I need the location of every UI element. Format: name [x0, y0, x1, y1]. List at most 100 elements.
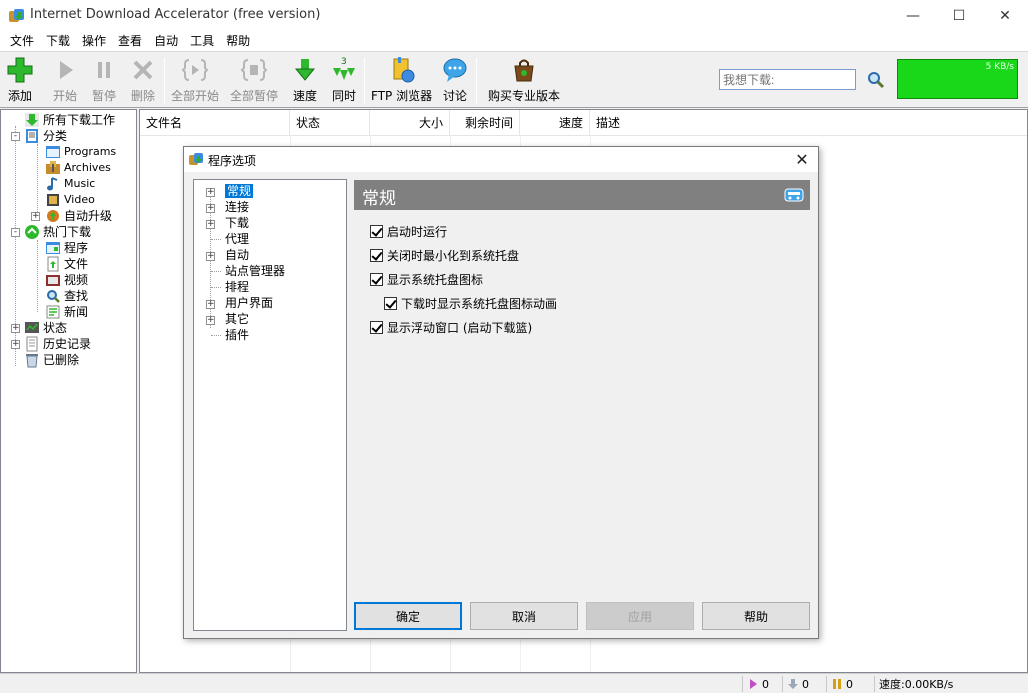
expander-user-interface[interactable]: +	[206, 300, 215, 309]
options-item-auto[interactable]: 自动	[225, 247, 249, 263]
speed-button[interactable]: 速度	[291, 56, 319, 104]
title-bar: Internet Download Accelerator (free vers…	[0, 0, 1028, 31]
help-button[interactable]: 帮助	[702, 602, 810, 630]
music-note-icon	[47, 177, 58, 191]
play-icon	[60, 61, 73, 79]
animate-tray-icon-checkbox[interactable]: 下载时显示系统托盘图标动画	[384, 295, 557, 311]
tree-item-all-downloads[interactable]: 所有下载工作	[24, 112, 115, 128]
tree-item-hot-video[interactable]: 视频	[45, 272, 88, 288]
tree-line	[211, 287, 221, 288]
expander-status[interactable]: +	[11, 324, 20, 333]
start-all-button[interactable]: 全部开始	[171, 56, 219, 104]
options-item-connection[interactable]: 连接	[225, 199, 249, 215]
expander-auto[interactable]: +	[206, 252, 215, 261]
options-item-site-manager[interactable]: 站点管理器	[225, 263, 285, 279]
options-item-download[interactable]: 下载	[225, 215, 249, 231]
column-header-status[interactable]: 状态	[290, 110, 370, 136]
shopping-bag-icon	[514, 59, 534, 82]
tree-item-hot-files[interactable]: 文件	[45, 256, 88, 272]
column-header-description[interactable]: 描述	[590, 110, 1027, 136]
panel-settings-icon	[784, 188, 804, 202]
pause-button[interactable]: 暂停	[90, 56, 118, 104]
options-item-user-interface[interactable]: 用户界面	[225, 295, 273, 311]
tree-item-programs[interactable]: Programs	[45, 144, 116, 160]
delete-x-icon	[133, 60, 153, 80]
tree-item-hot-programs[interactable]: 程序	[45, 240, 88, 256]
tree-item-hot-downloads[interactable]: 热门下载	[24, 224, 91, 240]
show-tray-icon-checkbox[interactable]: 显示系统托盘图标	[370, 271, 483, 287]
tree-item-categories[interactable]: 分类	[24, 128, 67, 144]
simultaneous-button[interactable]: 3 同时	[330, 56, 358, 104]
run-at-startup-checkbox[interactable]: 启动时运行	[370, 223, 447, 239]
checkbox-checked-icon	[370, 320, 383, 334]
options-item-plugins[interactable]: 插件	[225, 327, 249, 343]
menu-tools[interactable]: 工具	[184, 31, 220, 51]
pause-icon	[98, 62, 110, 78]
options-tree: + 常规 + 连接 + 下载 代理 + 自动 站点管理器 排程 + 用户界面 +…	[193, 179, 347, 631]
expander-general[interactable]: +	[206, 188, 215, 197]
expander-other[interactable]: +	[206, 316, 215, 325]
cancel-button[interactable]: 取消	[470, 602, 578, 630]
paused-downloads-icon	[833, 679, 841, 689]
active-downloads-icon	[750, 679, 757, 689]
menu-file[interactable]: 文件	[4, 31, 40, 51]
tree-item-hot-search[interactable]: 查找	[45, 288, 88, 304]
close-window-button[interactable]: ✕	[982, 0, 1028, 31]
column-header-speed[interactable]: 速度	[520, 110, 590, 136]
options-dialog: 程序选项 ✕ + 常规 + 连接 + 下载 代理 + 自动 站点管理器 排程 +…	[183, 146, 819, 639]
hot-files-icon	[47, 256, 59, 272]
tree-item-archives[interactable]: Archives	[45, 160, 111, 176]
options-item-schedule[interactable]: 排程	[225, 279, 249, 295]
search-input[interactable]	[719, 69, 856, 90]
column-header-filename[interactable]: 文件名	[140, 110, 290, 136]
expander-history[interactable]: +	[11, 340, 20, 349]
discuss-button[interactable]: 讨论	[441, 56, 469, 104]
tree-item-music[interactable]: Music	[45, 176, 95, 192]
category-tree: 所有下载工作 - 分类 Programs Archives Music Vide…	[0, 109, 137, 673]
buy-pro-button[interactable]: 购买专业版本	[488, 56, 560, 104]
search-icon[interactable]	[866, 70, 886, 90]
dialog-title-bar: 程序选项 ✕	[184, 147, 818, 172]
programs-window-icon	[46, 146, 60, 158]
ok-button[interactable]: 确定	[354, 602, 462, 630]
show-float-window-checkbox[interactable]: 显示浮动窗口 (启动下载篮)	[370, 319, 532, 335]
options-item-general[interactable]: 常规	[225, 183, 254, 199]
expander-auto-upgrade[interactable]: +	[31, 212, 40, 221]
menu-view[interactable]: 查看	[112, 31, 148, 51]
svg-text:3: 3	[341, 57, 347, 67]
tree-item-deleted[interactable]: 已删除	[24, 352, 79, 368]
maximize-button[interactable]: ☐	[936, 0, 982, 31]
dialog-close-button[interactable]: ✕	[792, 150, 812, 170]
expander-hot-downloads[interactable]: -	[11, 228, 20, 237]
delete-button[interactable]: 删除	[129, 56, 157, 104]
maximize-icon: ☐	[952, 7, 966, 24]
column-header-time-left[interactable]: 剩余时间	[450, 110, 520, 136]
expander-download[interactable]: +	[206, 220, 215, 229]
tree-item-hot-news[interactable]: 新闻	[45, 304, 88, 320]
add-button[interactable]: 添加	[6, 56, 34, 104]
close-icon: ✕	[999, 7, 1011, 24]
minimize-to-tray-checkbox[interactable]: 关闭时最小化到系统托盘	[370, 247, 519, 263]
tree-item-status[interactable]: 状态	[24, 320, 67, 336]
tree-item-video[interactable]: Video	[45, 192, 95, 208]
apply-button[interactable]: 应用	[586, 602, 694, 630]
dialog-app-icon	[189, 153, 203, 165]
ftp-browser-button[interactable]: FTP 浏览器	[371, 56, 432, 104]
pause-all-button[interactable]: 全部暂停	[230, 56, 278, 104]
expander-categories[interactable]: -	[11, 132, 20, 141]
menu-auto[interactable]: 自动	[148, 31, 184, 51]
start-button[interactable]: 开始	[51, 56, 79, 104]
chat-bubble-icon	[443, 58, 467, 82]
tree-item-history[interactable]: 历史记录	[24, 336, 91, 352]
menu-actions[interactable]: 操作	[76, 31, 112, 51]
menu-help[interactable]: 帮助	[220, 31, 256, 51]
expander-connection[interactable]: +	[206, 204, 215, 213]
column-header-size[interactable]: 大小	[370, 110, 450, 136]
tree-line	[37, 144, 38, 216]
tree-item-auto-upgrade[interactable]: 自动升级	[45, 208, 112, 224]
options-item-proxy[interactable]: 代理	[225, 231, 249, 247]
minimize-button[interactable]: —	[890, 0, 936, 31]
tree-line	[37, 240, 38, 312]
options-item-other[interactable]: 其它	[225, 311, 249, 327]
menu-download[interactable]: 下载	[40, 31, 76, 51]
